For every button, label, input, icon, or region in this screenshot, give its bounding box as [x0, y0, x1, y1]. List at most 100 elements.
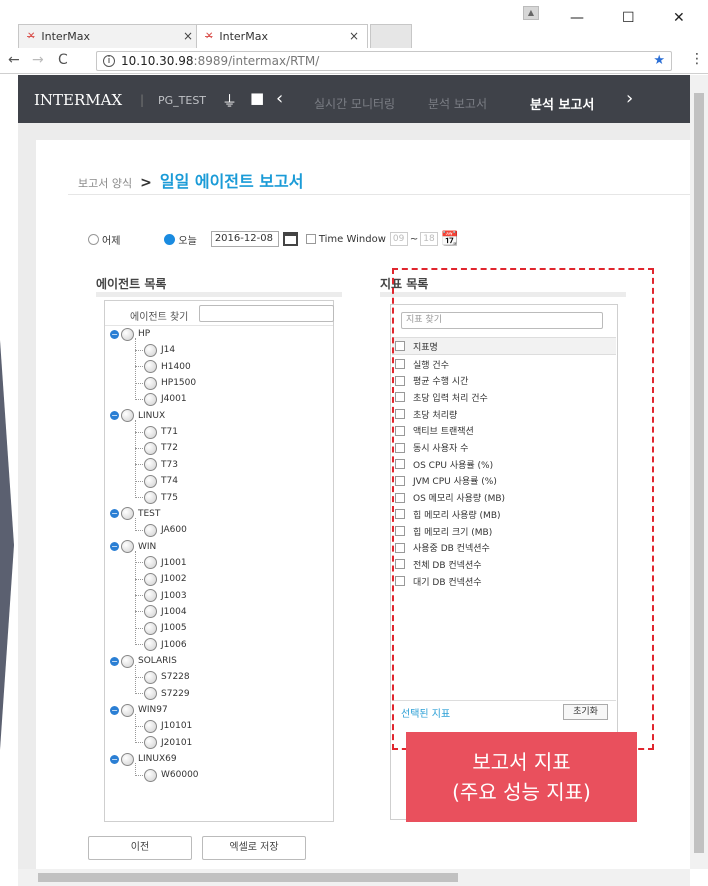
collapse-icon[interactable]: − — [110, 411, 119, 421]
minimize-icon[interactable]: — — [570, 10, 584, 26]
reload-icon[interactable]: C — [58, 52, 68, 68]
collapse-icon[interactable]: − — [110, 705, 119, 715]
range-tilde: ~ — [409, 233, 419, 245]
chevron-left-icon[interactable]: ‹ — [276, 88, 283, 109]
excel-save-button[interactable]: 엑셀로 저장 — [202, 836, 306, 860]
tree-agent[interactable]: J4001 — [135, 391, 187, 407]
tree-agent[interactable]: T75 — [135, 490, 178, 506]
tree-group-label: SOLARIS — [138, 656, 177, 666]
tree-agent[interactable]: T72 — [135, 440, 178, 456]
agent-group-icon — [121, 507, 134, 521]
tree-agent[interactable]: J10101 — [135, 718, 192, 734]
agent-title-underline — [96, 292, 342, 297]
tree-group[interactable]: − LINUX69 — [110, 751, 177, 767]
agent-group-icon — [121, 327, 134, 341]
agent-icon — [144, 687, 157, 701]
tree-connector — [135, 763, 136, 776]
tree-agent[interactable]: J1004 — [135, 604, 187, 620]
tree-group[interactable]: − SOLARIS — [110, 653, 177, 669]
window-close-icon[interactable]: ✕ — [673, 10, 685, 26]
tree-agent[interactable]: J1002 — [135, 571, 187, 587]
browser-tab-2[interactable]: ✕̶ InterMax × — [196, 24, 368, 48]
tree-agent-label: S7229 — [161, 688, 190, 699]
new-tab-button[interactable] — [370, 24, 412, 48]
tree-group[interactable]: − WIN — [110, 539, 156, 555]
start-hour-field[interactable]: 09 — [389, 232, 408, 246]
chevron-right-icon[interactable]: › — [626, 88, 633, 109]
tree-group[interactable]: − HP — [110, 326, 150, 342]
tree-agent[interactable]: J1006 — [135, 637, 187, 653]
browser-tabstrip: ✕̶ InterMax × ✕̶ InterMax × ▲ — ☐ ✕ — [0, 0, 708, 48]
menu-analysis-report-active[interactable]: 분석 보고서 — [530, 94, 594, 113]
date-input[interactable]: 2016-12-08 — [210, 231, 279, 247]
calendar-icon[interactable] — [282, 232, 298, 246]
collapse-icon[interactable]: − — [110, 509, 119, 519]
tree-agent[interactable]: HP1500 — [135, 375, 196, 391]
plug-icon[interactable]: ⏚ — [222, 90, 237, 111]
tree-agent[interactable]: J1003 — [135, 588, 187, 604]
calendar-clock-icon[interactable]: 📆 — [441, 231, 458, 247]
instance-name: PG_TEST — [158, 94, 207, 107]
brand-logo: INTERMAX — [34, 91, 123, 109]
menu-realtime-monitoring[interactable]: 실시간 모니터링 — [314, 95, 395, 112]
time-window-checkbox[interactable] — [305, 234, 316, 244]
tree-agent[interactable]: JA600 — [135, 522, 187, 538]
highlight-box — [392, 268, 654, 750]
close-icon[interactable]: × — [183, 29, 193, 43]
document-icon[interactable]: ■ — [250, 89, 264, 107]
tree-agent[interactable]: S7228 — [135, 669, 190, 685]
collapse-icon[interactable]: − — [110, 542, 119, 552]
tree-agent[interactable]: T71 — [135, 424, 178, 440]
horizontal-scrollbar[interactable] — [18, 869, 690, 886]
profile-icon[interactable]: ▲ — [523, 6, 539, 20]
breadcrumb-arrow: > — [140, 175, 152, 191]
horizontal-scroll-thumb[interactable] — [38, 873, 458, 882]
tree-agent[interactable]: J1001 — [135, 555, 187, 571]
tree-agent-label: T71 — [161, 427, 178, 438]
menu-analysis-report-1[interactable]: 분석 보고서 — [428, 95, 487, 112]
collapse-icon[interactable]: − — [110, 329, 119, 339]
tree-agent[interactable]: S7229 — [135, 686, 190, 702]
browser-tab-1[interactable]: ✕̶ InterMax × — [18, 24, 202, 48]
end-hour-field[interactable]: 18 — [420, 232, 439, 246]
tree-connector — [135, 419, 136, 498]
agent-tree: − HP J14 H1400 HP1500 J4001 − LINUX T71 T72 T73 T74… — [105, 325, 333, 821]
breadcrumb-parent[interactable]: 보고서 양식 — [78, 175, 132, 191]
vertical-scrollbar[interactable] — [690, 75, 708, 869]
tree-agent[interactable]: J14 — [135, 342, 175, 358]
callout-box: 보고서 지표 (주요 성능 지표) — [406, 732, 637, 822]
agent-icon — [144, 736, 157, 750]
url-path: :8989/intermax/RTM/ — [193, 54, 320, 68]
tree-agent[interactable]: H1400 — [135, 359, 191, 375]
agent-list-title: 에이전트 목록 — [96, 277, 167, 291]
tree-group-label: HP — [138, 329, 151, 339]
tree-agent-label: W60000 — [161, 770, 199, 781]
yesterday-radio[interactable] — [88, 233, 99, 245]
browser-menu-icon[interactable]: ⋮ — [690, 51, 704, 67]
back-icon[interactable]: ← — [8, 52, 20, 68]
tree-connector — [135, 338, 136, 400]
tree-agent[interactable]: J1005 — [135, 620, 187, 636]
collapse-icon[interactable]: − — [110, 754, 119, 764]
vertical-scroll-thumb[interactable] — [694, 93, 704, 853]
tree-agent[interactable]: J20101 — [135, 735, 192, 751]
tree-group[interactable]: − WIN97 — [110, 702, 168, 718]
tree-group-label: TEST — [138, 508, 161, 519]
info-icon[interactable]: i — [103, 55, 115, 67]
today-radio[interactable] — [164, 233, 176, 245]
tree-agent-label: S7228 — [161, 672, 190, 683]
tree-group[interactable]: − LINUX — [110, 408, 165, 424]
tree-agent[interactable]: T74 — [135, 473, 178, 489]
agent-search-input[interactable] — [199, 305, 334, 322]
url-field[interactable]: i 10.10.30.98 :8989/intermax/RTM/ ★ — [96, 51, 672, 71]
app-header: INTERMAX | PG_TEST ⏚ ■ ‹ 실시간 모니터링 분석 보고서… — [18, 75, 690, 123]
tree-agent[interactable]: T73 — [135, 457, 178, 473]
close-icon[interactable]: × — [349, 29, 359, 43]
tree-agent[interactable]: W60000 — [135, 767, 199, 783]
prev-button[interactable]: 이전 — [88, 836, 192, 860]
tree-group-label: WIN97 — [138, 705, 168, 716]
bookmark-star-icon[interactable]: ★ — [653, 53, 665, 68]
forward-icon[interactable]: → — [32, 52, 44, 68]
maximize-icon[interactable]: ☐ — [622, 10, 635, 26]
collapse-icon[interactable]: − — [110, 656, 119, 666]
